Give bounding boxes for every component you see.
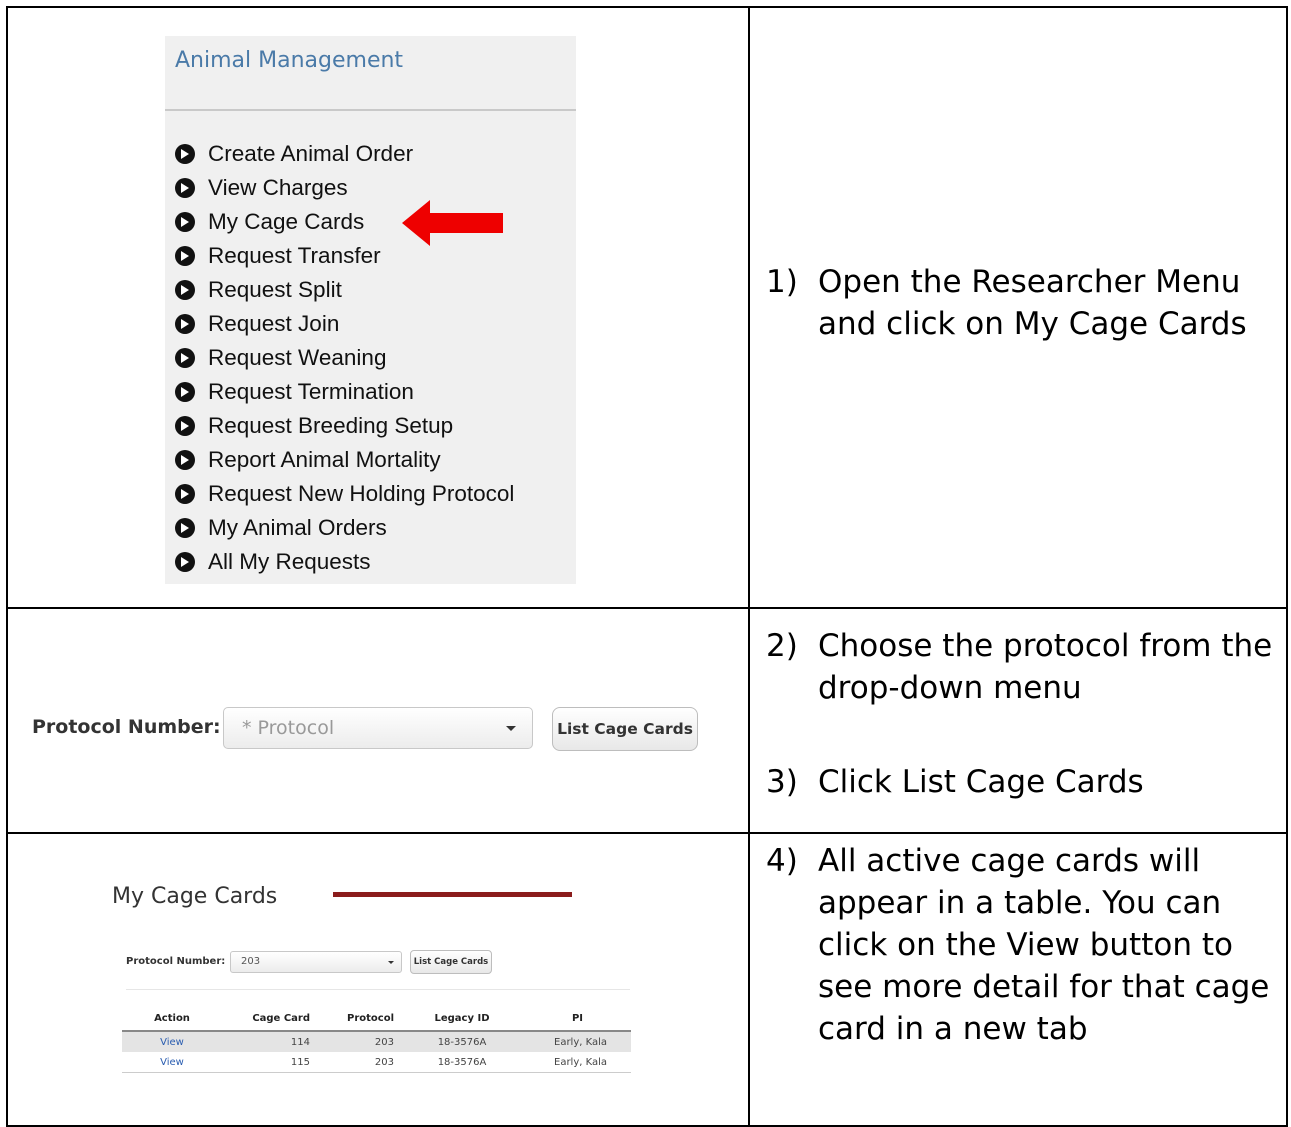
menu-item-label: My Cage Cards: [208, 209, 365, 234]
column-header-action: Action: [122, 1007, 222, 1032]
arrow-shape: [402, 200, 503, 246]
menu-item-label: Report Animal Mortality: [208, 447, 441, 472]
protocol-select-placeholder: * Protocol: [242, 717, 335, 739]
menu-item-request-termination[interactable]: Request Termination: [175, 375, 514, 409]
menu-item-label: Request Split: [208, 277, 342, 302]
instruction-step-4: 4) All active cage cards will appear in …: [766, 840, 1278, 1050]
circle-arrow-icon: [175, 144, 195, 164]
menu-item-all-my-requests[interactable]: All My Requests: [175, 545, 514, 579]
instruction-step-1: 1) Open the Researcher Menu and click on…: [766, 261, 1278, 345]
table-header-row: Action Cage Card Protocol Legacy ID PI: [122, 1007, 631, 1032]
protocol-select[interactable]: 203: [230, 951, 402, 973]
circle-arrow-icon: [175, 382, 195, 402]
menu-item-label: Request New Holding Protocol: [208, 481, 515, 506]
circle-arrow-icon: [175, 246, 195, 266]
caret-down-icon: [506, 726, 516, 731]
table-row: View 114 203 18-3576A Early, Kala: [122, 1031, 631, 1052]
protocol-cell: 203: [316, 1052, 400, 1073]
cage-cards-table: Action Cage Card Protocol Legacy ID PI V…: [122, 1007, 631, 1073]
menu-item-label: Request Termination: [208, 379, 414, 404]
menu-item-request-join[interactable]: Request Join: [175, 307, 514, 341]
table-row: View 115 203 18-3576A Early, Kala: [122, 1052, 631, 1073]
instruction-cell-1: 1) Open the Researcher Menu and click on…: [748, 6, 1288, 609]
step-number: 4): [766, 843, 798, 879]
circle-arrow-icon: [175, 348, 195, 368]
step-text: All active cage cards will appear in a t…: [818, 843, 1270, 1047]
step-text: Open the Researcher Menu and click on My…: [818, 264, 1247, 342]
view-link[interactable]: View: [160, 1037, 184, 1048]
menu-item-request-weaning[interactable]: Request Weaning: [175, 341, 514, 375]
step-number: 1): [766, 264, 798, 300]
menu-item-label: My Animal Orders: [208, 515, 387, 540]
instruction-step-2: 2) Choose the protocol from the drop-dow…: [766, 625, 1278, 709]
legacy-id-cell: 18-3576A: [400, 1031, 524, 1052]
menu-item-request-new-holding-protocol[interactable]: Request New Holding Protocol: [175, 477, 514, 511]
menu-item-create-animal-order[interactable]: Create Animal Order: [175, 137, 514, 171]
step-row-3: 4) All active cage cards will appear in …: [6, 832, 1288, 1127]
instruction-step-3: 3) Click List Cage Cards: [766, 761, 1278, 803]
protocol-select[interactable]: * Protocol: [223, 707, 533, 749]
menu-item-label: Request Weaning: [208, 345, 387, 370]
protocol-cell: 203: [316, 1031, 400, 1052]
circle-arrow-icon: [175, 416, 195, 436]
protocol-number-label: Protocol Number:: [126, 956, 226, 967]
instruction-cell-3: 4) All active cage cards will appear in …: [748, 832, 1288, 1127]
animal-management-menu: Animal Management Create Animal Order Vi…: [165, 36, 576, 584]
circle-arrow-icon: [175, 314, 195, 334]
menu-item-my-animal-orders[interactable]: My Animal Orders: [175, 511, 514, 545]
cage-card-cell: 115: [222, 1052, 316, 1073]
menu-item-label: View Charges: [208, 175, 348, 200]
circle-arrow-icon: [175, 552, 195, 572]
circle-arrow-icon: [175, 450, 195, 470]
circle-arrow-icon: [175, 178, 195, 198]
step-text: Choose the protocol from the drop-down m…: [818, 628, 1273, 706]
screenshot-cell-3: [6, 832, 750, 1127]
menu-item-label: Request Breeding Setup: [208, 413, 454, 438]
column-header-pi: PI: [524, 1007, 631, 1032]
menu-item-request-split[interactable]: Request Split: [175, 273, 514, 307]
menu-title: Animal Management: [175, 48, 404, 73]
legacy-id-cell: 18-3576A: [400, 1052, 524, 1073]
menu-item-label: Create Animal Order: [208, 141, 414, 166]
step-text: Click List Cage Cards: [818, 764, 1144, 800]
my-cage-cards-title: My Cage Cards: [112, 884, 278, 909]
menu-item-label: Request Transfer: [208, 243, 381, 268]
menu-item-report-animal-mortality[interactable]: Report Animal Mortality: [175, 443, 514, 477]
step-number: 2): [766, 628, 798, 664]
pi-cell: Early, Kala: [524, 1031, 631, 1052]
list-cage-cards-button[interactable]: List Cage Cards: [552, 707, 698, 751]
circle-arrow-icon: [175, 484, 195, 504]
circle-arrow-icon: [175, 212, 195, 232]
instruction-cell-2: 2) Choose the protocol from the drop-dow…: [748, 607, 1288, 834]
separator: [126, 989, 630, 990]
protocol-number-label: Protocol Number:: [32, 716, 221, 738]
list-cage-cards-button[interactable]: List Cage Cards: [410, 950, 492, 974]
column-header-cage-card: Cage Card: [222, 1007, 316, 1032]
circle-arrow-icon: [175, 518, 195, 538]
header-banner: [333, 892, 572, 897]
circle-arrow-icon: [175, 280, 195, 300]
menu-divider: [165, 109, 576, 111]
red-arrow-icon: [402, 200, 503, 246]
menu-item-label: Request Join: [208, 311, 340, 336]
view-link[interactable]: View: [160, 1057, 184, 1068]
caret-down-icon: [388, 961, 394, 964]
step-number: 3): [766, 764, 798, 800]
column-header-protocol: Protocol: [316, 1007, 400, 1032]
menu-item-label: All My Requests: [208, 549, 371, 574]
column-header-legacy-id: Legacy ID: [400, 1007, 524, 1032]
cage-card-cell: 114: [222, 1031, 316, 1052]
protocol-select-value: 203: [241, 956, 261, 967]
menu-item-request-breeding-setup[interactable]: Request Breeding Setup: [175, 409, 514, 443]
pi-cell: Early, Kala: [524, 1052, 631, 1073]
